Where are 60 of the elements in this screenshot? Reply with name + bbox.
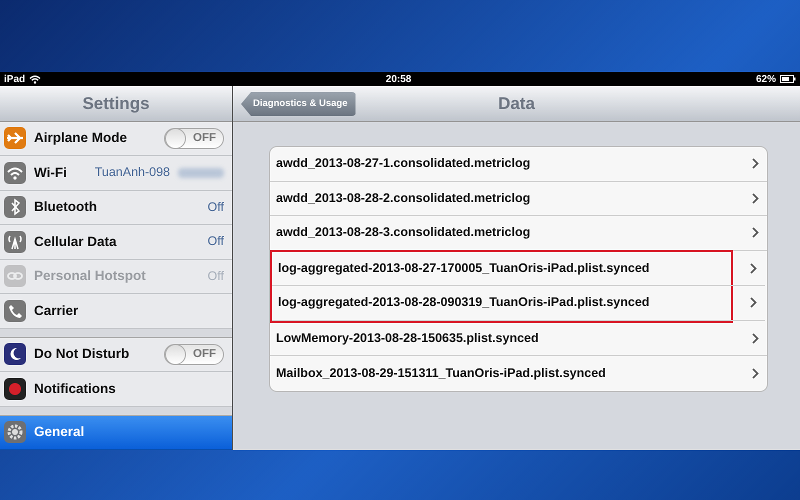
airplane-icon [4, 127, 26, 150]
sidebar-item[interactable]: Carrier [0, 294, 232, 328]
item-value: Off [208, 198, 224, 216]
bluetooth-icon [4, 196, 26, 218]
file-row[interactable]: log-aggregated-2013-08-28-090319_TuanOris-iPad.plist.synced [272, 286, 765, 320]
link-icon [4, 265, 26, 288]
battery-percent: 62% [756, 72, 776, 86]
item-value: Off [208, 233, 224, 250]
chevron-icon [750, 262, 757, 274]
chevron-icon [752, 368, 759, 379]
item-label: Wi-Fi [34, 164, 68, 182]
battery-icon [780, 75, 796, 83]
device-name: iPad [4, 72, 26, 86]
item-label: General [34, 423, 86, 442]
sidebar-item[interactable]: Cellular Data Off [0, 225, 232, 260]
sidebar-item[interactable]: Notifications [0, 372, 232, 406]
file-row[interactable]: log-aggregated-2013-08-27-170005_TuanOris-iPad.plist.synced [272, 252, 765, 286]
wifi-icon [4, 162, 26, 184]
chevron-icon [752, 227, 759, 238]
chevron-icon [750, 297, 757, 308]
file-name: LowMemory-2013-08-28-150635.plist.synced [276, 330, 540, 347]
sidebar-item[interactable]: Airplane Mode OFF [0, 122, 232, 156]
sidebar-item[interactable]: General [0, 416, 232, 450]
wifi-icon [29, 74, 42, 84]
item-label: Cellular Data [34, 232, 118, 251]
sidebar-title: Settings [82, 92, 150, 115]
toggle-switch[interactable]: OFF [164, 344, 224, 365]
file-name: Mailbox_2013-08-29-151311_TuanOris-iPad.plist.synced [276, 364, 607, 382]
file-row[interactable]: awdd_2013-08-28-2.consolidated.metriclog [270, 182, 767, 216]
antenna-icon [4, 230, 26, 253]
file-name: log-aggregated-2013-08-28-090319_TuanOris-iPad.plist.synced [278, 294, 650, 312]
sidebar-item[interactable]: Do Not Disturb OFF [0, 338, 232, 372]
file-name: awdd_2013-08-27-1.consolidated.metriclog [276, 155, 532, 172]
clock: 20:58 [384, 72, 412, 86]
file-row[interactable]: LowMemory-2013-08-28-150635.plist.synced [270, 322, 767, 356]
item-label: Airplane Mode [34, 129, 128, 148]
detail-title: Data [498, 92, 535, 115]
file-name: log-aggregated-2013-08-27-170005_TuanOris-iPad.plist.synced [278, 260, 650, 277]
file-name: awdd_2013-08-28-3.consolidated.metriclog [276, 224, 532, 242]
record-icon [4, 378, 26, 400]
item-label: Bluetooth [34, 198, 98, 216]
item-value: TuanAnh-098 [94, 164, 170, 182]
sidebar-item[interactable]: Bluetooth Off [0, 190, 232, 225]
item-label: Notifications [34, 380, 117, 398]
item-label: Personal Hotspot [34, 267, 147, 286]
moon-icon [4, 343, 26, 366]
toggle-switch[interactable]: OFF [164, 128, 224, 149]
file-row[interactable]: Mailbox_2013-08-29-151311_TuanOris-iPad.plist.synced [270, 356, 767, 390]
file-row[interactable]: awdd_2013-08-27-1.consolidated.metriclog [270, 147, 767, 182]
file-name: awdd_2013-08-28-2.consolidated.metriclog [276, 190, 532, 207]
chevron-icon [752, 158, 759, 170]
item-label: Do Not Disturb [34, 345, 130, 364]
gear-icon [4, 421, 26, 444]
file-row[interactable]: awdd_2013-08-28-3.consolidated.metriclog [270, 216, 767, 250]
item-label: Carrier [34, 302, 80, 320]
chevron-icon [752, 332, 759, 344]
sidebar-item[interactable]: Wi-Fi TuanAnh-098 [0, 156, 232, 190]
item-value: Off [208, 268, 224, 285]
chevron-icon [752, 192, 759, 204]
phone-icon [4, 300, 26, 322]
